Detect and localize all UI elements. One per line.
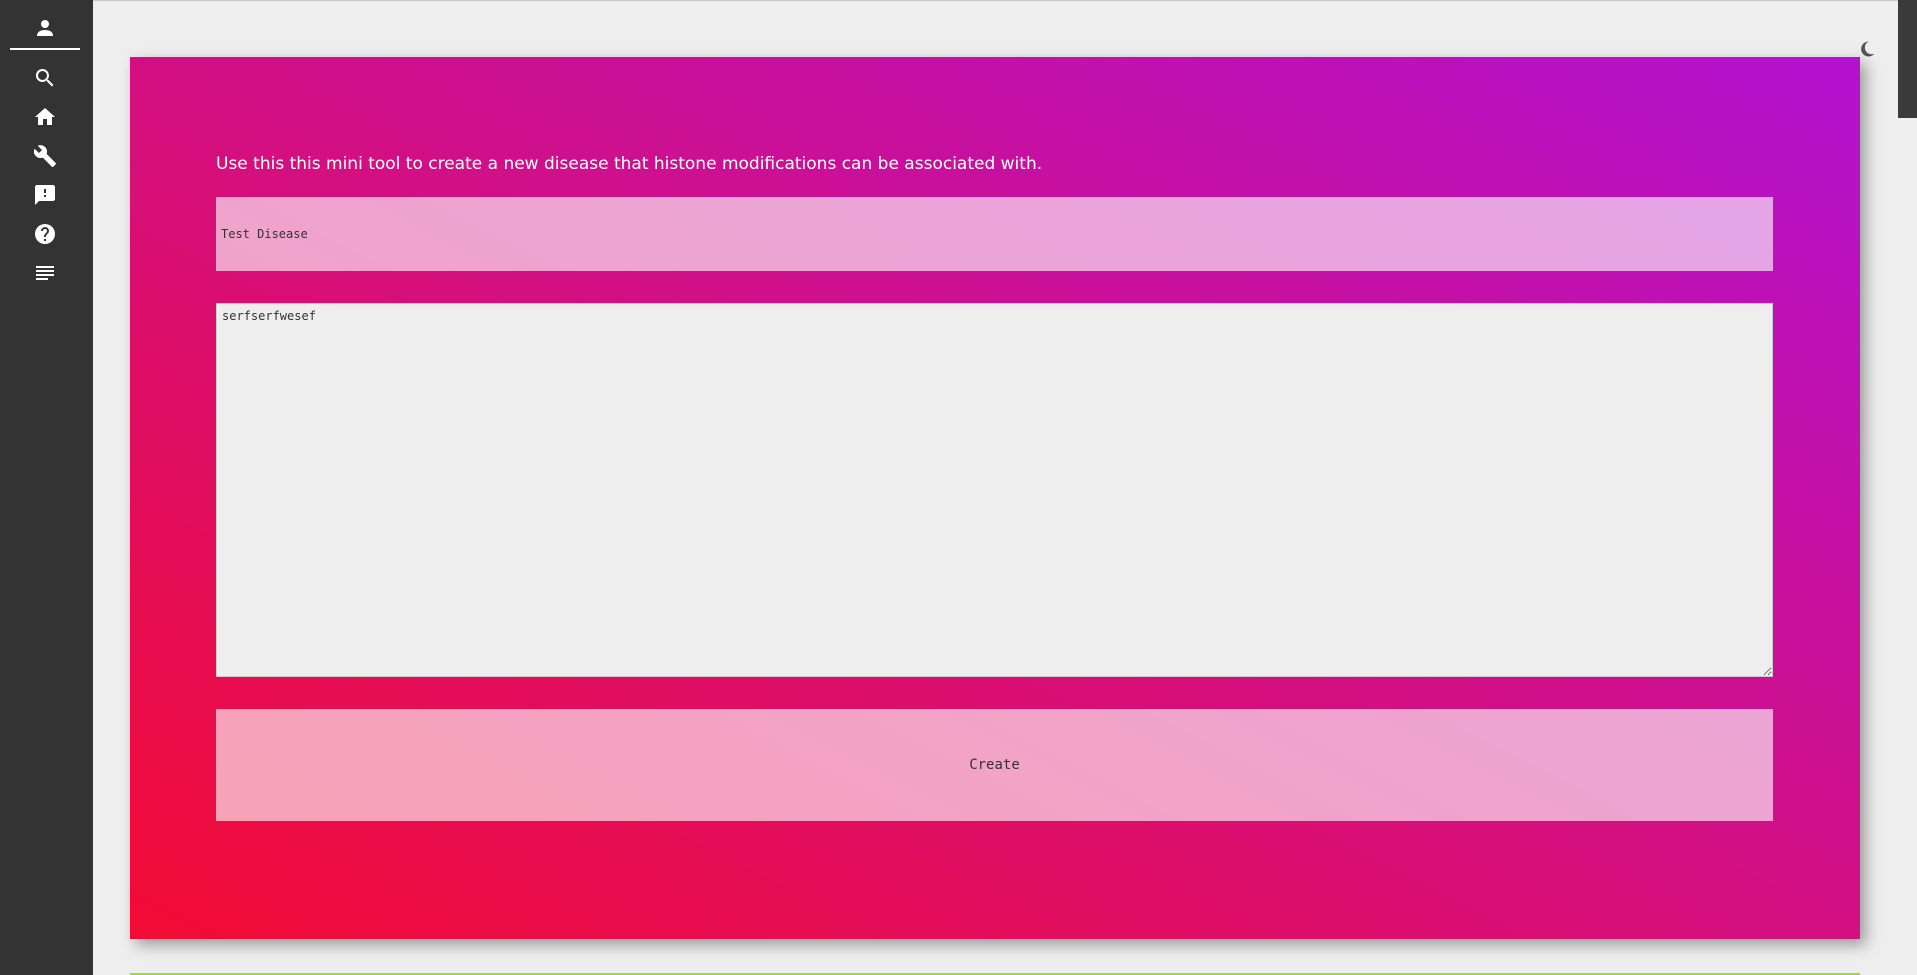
search-icon[interactable] <box>30 63 60 93</box>
wrench-icon[interactable] <box>30 141 60 171</box>
help-icon[interactable] <box>30 219 60 249</box>
sidebar-divider <box>10 48 80 50</box>
create-button[interactable]: Create <box>216 709 1773 821</box>
create-disease-card: Use this this mini tool to create a new … <box>130 57 1860 939</box>
disease-name-input[interactable] <box>216 197 1773 271</box>
moon-icon <box>1861 41 1875 57</box>
top-border <box>93 0 1917 1</box>
person-icon[interactable] <box>30 13 60 43</box>
feedback-icon[interactable] <box>30 180 60 210</box>
notes-icon[interactable] <box>30 258 60 288</box>
scrollbar[interactable] <box>1898 0 1917 118</box>
disease-description-textarea[interactable]: serfserfwesef <box>216 303 1773 677</box>
home-icon[interactable] <box>30 102 60 132</box>
sidebar <box>0 0 93 975</box>
intro-text: Use this this mini tool to create a new … <box>216 154 1043 174</box>
